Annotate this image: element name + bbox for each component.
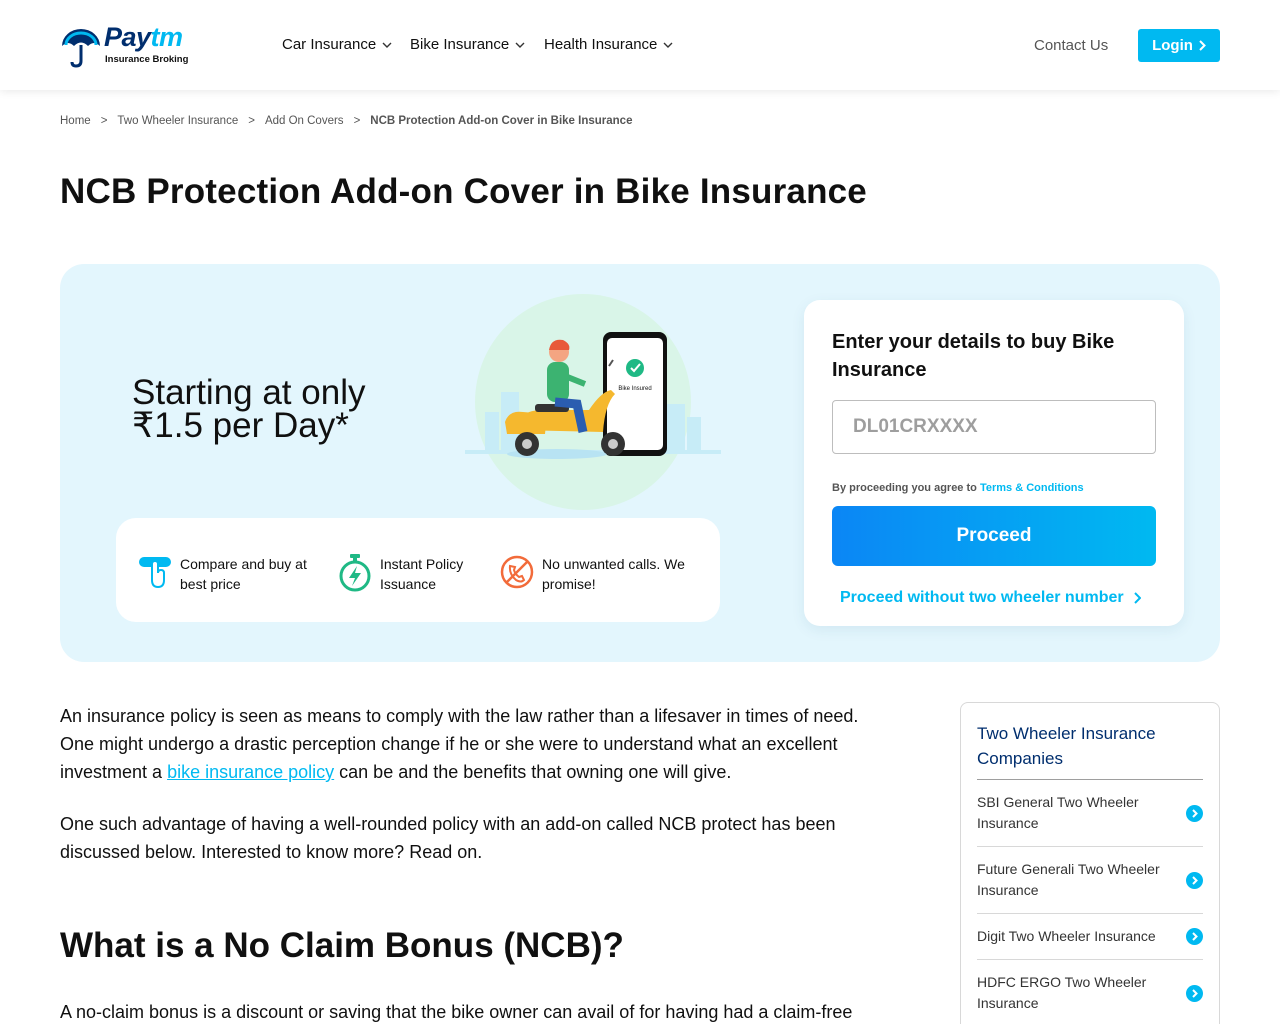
site-header: Paytm Insurance Broking Car Insurance Bi… [0,0,1280,90]
nav-car-insurance[interactable]: Car Insurance [282,36,410,53]
breadcrumb-add-on-covers[interactable]: Add On Covers [265,115,344,127]
breadcrumb: Home > Two Wheeler Insurance > Add On Co… [60,115,632,127]
article-body: An insurance policy is seen as means to … [60,702,880,890]
sidebar-item-digit[interactable]: Digit Two Wheeler Insurance [977,914,1203,960]
nav-bike-insurance[interactable]: Bike Insurance [410,36,544,53]
hero-banner: Starting at only ₹1.5 per Day* Bike Insu… [60,264,1220,662]
login-label: Login [1152,37,1193,54]
chevron-circle-right-icon [1186,928,1203,945]
proceed-button[interactable]: Proceed [832,506,1156,566]
breadcrumb-separator: > [248,115,255,127]
chevron-down-icon [382,42,392,48]
chevron-circle-right-icon [1186,872,1203,889]
terms-notice: By proceeding you agree to Terms & Condi… [832,482,1084,494]
feature-text: Compare and buy at best price [180,556,307,592]
paytm-insurance-logo[interactable]: Paytm Insurance Broking [60,22,196,68]
umbrella-icon [62,29,100,68]
chevron-right-icon [1133,592,1141,604]
chevron-down-icon [663,42,673,48]
hand-tap-icon [139,557,171,589]
breadcrumb-home[interactable]: Home [60,115,91,127]
breadcrumb-two-wheeler[interactable]: Two Wheeler Insurance [117,115,238,127]
breadcrumb-separator: > [100,115,108,127]
logo-subtitle: Insurance Broking [105,54,189,65]
article-paragraph: One such advantage of having a well-roun… [60,814,836,862]
no-call-icon [500,555,534,589]
feature-text: Instant Policy Issuance [380,556,464,592]
article-paragraph: A no-claim bonus is a discount or saving… [60,1002,853,1022]
sidebar-item-label: HDFC ERGO Two Wheeler Insurance [977,974,1147,1011]
price-value: ₹1.5 per Day* [132,406,349,445]
nav-health-insurance[interactable]: Health Insurance [544,36,673,53]
terms-conditions-link[interactable]: Terms & Conditions [980,482,1084,494]
section-heading-ncb: What is a No Claim Bonus (NCB)? [60,926,624,965]
feature-no-calls: No unwanted calls. We promise! [500,554,685,594]
sidebar-item-sbi[interactable]: SBI General Two Wheeler Insurance [977,780,1203,847]
sidebar-item-label: Future Generali Two Wheeler Insurance [977,861,1160,898]
feature-text: No unwanted calls. We promise! [542,556,685,592]
sidebar-item-label: Digit Two Wheeler Insurance [977,928,1156,944]
sidebar-title: Two Wheeler Insurance Companies [977,724,1156,768]
proceed-alt-label: Proceed without two wheeler number [840,589,1124,606]
nav-label: Car Insurance [282,36,377,53]
vehicle-number-input[interactable] [832,400,1156,454]
bike-insurance-policy-link[interactable]: bike insurance policy [167,762,334,782]
chevron-circle-right-icon [1186,805,1203,822]
page-title: NCB Protection Add-on Cover in Bike Insu… [60,172,867,211]
bike-insured-illustration: Bike Insured [465,294,721,510]
feature-instant-issuance: Instant Policy Issuance [338,554,463,594]
illustration-badge: Bike Insured [618,386,651,392]
bike-insurance-form: Enter your details to buy Bike Insurance… [804,300,1184,626]
features-card: Compare and buy at best price Instant Pol… [116,518,720,622]
article-paragraph: An insurance policy is seen as means to … [60,706,859,782]
contact-us-link[interactable]: Contact Us [1034,37,1108,54]
feature-compare: Compare and buy at best price [138,554,307,594]
proceed-without-number-link[interactable]: Proceed without two wheeler number [840,589,1141,607]
chevron-down-icon [515,42,525,48]
sidebar-item-label: SBI General Two Wheeler Insurance [977,794,1139,831]
login-button[interactable]: Login [1138,29,1220,62]
sidebar-item-hdfc-ergo[interactable]: HDFC ERGO Two Wheeler Insurance [977,960,1203,1024]
price-tagline: Starting at only [132,373,366,412]
chevron-right-icon [1199,40,1206,51]
sidebar-item-future-generali[interactable]: Future Generali Two Wheeler Insurance [977,847,1203,914]
insurance-companies-sidebar: Two Wheeler Insurance Companies SBI Gene… [960,702,1220,1024]
main-nav: Car Insurance Bike Insurance Health Insu… [282,36,673,53]
form-title: Enter your details to buy Bike Insurance [832,331,1115,381]
breadcrumb-separator: > [353,115,361,127]
nav-label: Bike Insurance [410,36,510,53]
breadcrumb-current: NCB Protection Add-on Cover in Bike Insu… [370,115,633,127]
stopwatch-bolt-icon [339,554,371,592]
nav-label: Health Insurance [544,36,658,53]
chevron-circle-right-icon [1186,985,1203,1002]
logo-wordmark: Paytm [104,22,183,52]
